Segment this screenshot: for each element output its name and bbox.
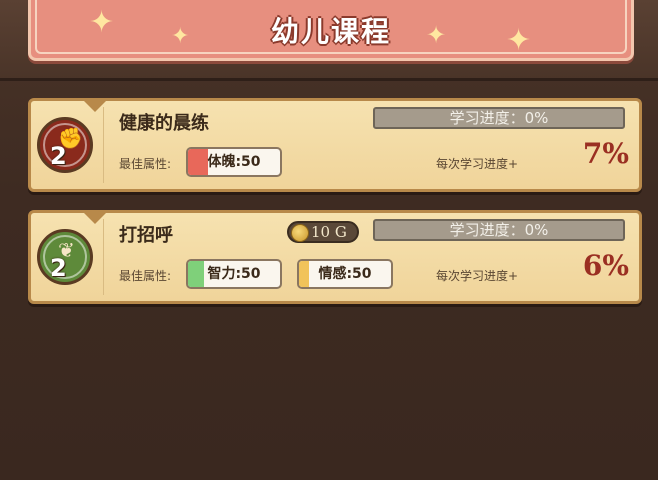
progress-bar: 学习进度：0% [373, 219, 625, 241]
course-title: 打招呼 [119, 225, 173, 246]
best-attr-label: 最佳属性: [119, 157, 172, 171]
course-badge: ✊ 2 [37, 117, 93, 173]
top-divider [0, 78, 658, 81]
attr-chip-emotion: 情感:50 [297, 259, 393, 289]
best-attr-label: 最佳属性: [119, 269, 172, 283]
cost-amount: 10 G [311, 223, 347, 241]
cost-badge: 10 G [287, 221, 359, 243]
progress-bar: 学习进度：0% [373, 107, 625, 129]
course-card-1[interactable]: ✊ 2 健康的晨练 学习进度：0% 最佳属性: 体魄:50 每次学习进度+ 7% [28, 98, 642, 192]
divider [103, 107, 104, 183]
per-study-value: 6% [582, 249, 629, 282]
per-study-label: 每次学习进度+ [436, 269, 519, 283]
attr-chip-strength: 体魄:50 [186, 147, 282, 177]
coin-icon [291, 224, 309, 242]
page-title: 幼儿课程 [270, 15, 391, 48]
attr-chip-intelligence: 智力:50 [186, 259, 282, 289]
per-study-value: 7% [582, 137, 629, 170]
ribbon-icon [81, 98, 109, 112]
course-level: 2 [50, 254, 67, 282]
course-badge: ❦ 2 [37, 229, 93, 285]
divider [103, 219, 104, 295]
course-card-2[interactable]: ❦ 2 打招呼 10 G 学习进度：0% 最佳属性: 智力:50 情感:50 每… [28, 210, 642, 304]
header-banner: ✦ ✦ ✦ ✦ 幼儿课程 [28, 0, 634, 61]
course-title: 健康的晨练 [119, 113, 209, 134]
ribbon-icon [81, 210, 109, 224]
course-level: 2 [50, 142, 67, 170]
per-study-label: 每次学习进度+ [436, 157, 519, 171]
